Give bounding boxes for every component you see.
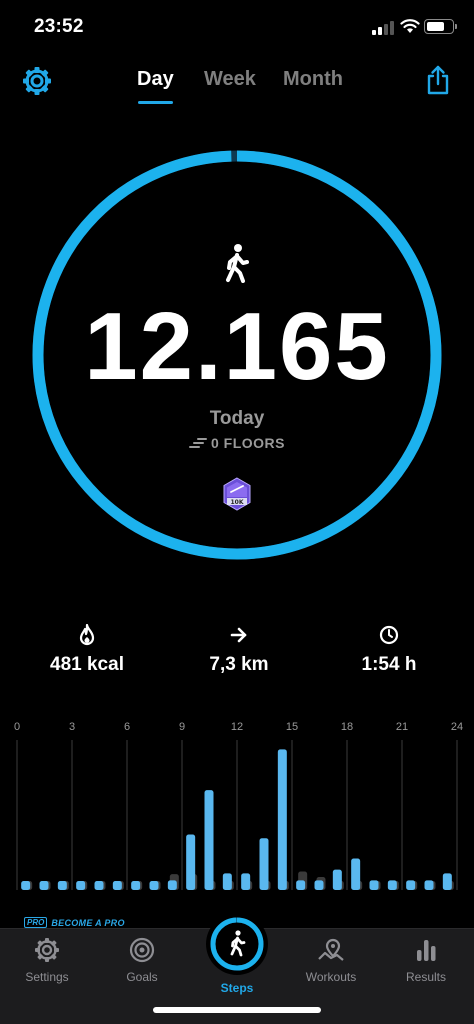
hourly-bar <box>332 869 342 890</box>
wifi-icon <box>400 19 420 33</box>
hourly-bar <box>222 873 232 890</box>
floors-count: 0 FLOORS <box>0 435 474 451</box>
hourly-bar <box>76 881 86 890</box>
x-tick-label: 24 <box>451 721 463 733</box>
tab-bar-settings[interactable]: Settings <box>2 937 92 984</box>
step-count: 12.165 <box>84 293 390 400</box>
become-pro-link[interactable]: PRO BECOME A PRO <box>24 913 125 928</box>
tab-bar-steps[interactable]: Steps <box>190 913 284 995</box>
calories-value: 481 kcal <box>50 654 124 675</box>
x-tick-label: 6 <box>124 721 130 733</box>
hourly-bar <box>369 880 379 890</box>
tab-month[interactable]: Month <box>283 68 343 91</box>
hourly-bar <box>57 881 67 890</box>
hourly-bar <box>149 881 159 890</box>
hourly-bar <box>204 790 214 890</box>
arrow-right-icon <box>230 627 247 643</box>
tab-bar-label: Steps <box>220 981 254 995</box>
hourly-bar <box>39 881 49 890</box>
tab-bar-label: Results <box>405 970 446 984</box>
hourly-bar <box>112 881 122 890</box>
period-tabs: Day Week Month <box>0 68 474 104</box>
flame-icon <box>79 624 95 646</box>
home-indicator <box>153 1007 321 1013</box>
steps-tab-ring <box>206 913 268 975</box>
share-icon[interactable] <box>424 65 452 95</box>
target-icon <box>129 937 155 963</box>
hourly-bar <box>314 880 324 890</box>
tab-bar-workouts[interactable]: Workouts <box>286 937 376 984</box>
tab-bar-label: Goals <box>126 970 158 984</box>
hourly-bar <box>351 858 361 890</box>
hourly-bar <box>186 834 196 890</box>
tab-bar-label: Workouts <box>305 970 357 984</box>
hourly-bar <box>167 880 177 890</box>
hourly-bar <box>424 880 434 890</box>
tab-week[interactable]: Week <box>204 68 256 91</box>
cellular-signal-icon <box>372 21 394 35</box>
x-tick-label: 0 <box>14 721 20 733</box>
distance-stat: 7,3 km <box>164 624 314 676</box>
clock-icon <box>379 625 399 645</box>
period-label: Today <box>209 408 265 429</box>
distance-value: 7,3 km <box>209 654 269 675</box>
duration-stat: 1:54 h <box>314 624 464 676</box>
x-tick-label: 21 <box>396 721 408 733</box>
walker-icon <box>226 244 249 283</box>
hourly-bar <box>21 881 31 890</box>
bar-chart-icon <box>417 940 436 961</box>
x-tick-label: 3 <box>69 721 75 733</box>
calories-stat: 481 kcal <box>12 624 162 676</box>
hourly-bar <box>387 880 397 890</box>
x-tick-label: 9 <box>179 721 185 733</box>
pro-badge: PRO <box>24 917 48 928</box>
tab-day[interactable]: Day <box>137 68 174 91</box>
promo-text: BECOME A PRO <box>51 918 125 928</box>
hourly-bar <box>259 838 269 890</box>
badge-label: 10K <box>231 499 244 506</box>
x-tick-label: 12 <box>231 721 243 733</box>
header: Day Week Month <box>0 56 474 106</box>
tab-bar-results[interactable]: Results <box>381 937 471 984</box>
duration-value: 1:54 h <box>361 654 417 675</box>
hourly-bar <box>131 881 141 890</box>
map-pin-icon <box>318 938 344 961</box>
active-tab-indicator <box>138 101 173 104</box>
status-bar: 23:52 <box>0 0 474 56</box>
x-tick-label: 15 <box>286 721 298 733</box>
tab-bar-goals[interactable]: Goals <box>97 937 187 984</box>
tab-bar-label: Settings <box>25 970 69 984</box>
hourly-bar <box>406 880 416 890</box>
status-time: 23:52 <box>34 16 84 37</box>
stairs-icon <box>188 438 207 448</box>
hourly-bar <box>296 880 306 890</box>
floors-label: 0 FLOORS <box>210 435 285 451</box>
gear-icon <box>35 938 59 962</box>
x-tick-label: 18 <box>341 721 353 733</box>
walker-icon <box>210 917 264 971</box>
achievement-badge-icon[interactable]: 10K <box>222 477 252 511</box>
hourly-bar <box>241 873 251 890</box>
hourly-steps-chart: 0 3 6 9 12 15 18 21 24 <box>14 721 463 890</box>
battery-icon <box>424 19 457 34</box>
hourly-bar <box>442 873 452 890</box>
hourly-bar <box>277 749 287 890</box>
hourly-bar <box>94 881 104 890</box>
